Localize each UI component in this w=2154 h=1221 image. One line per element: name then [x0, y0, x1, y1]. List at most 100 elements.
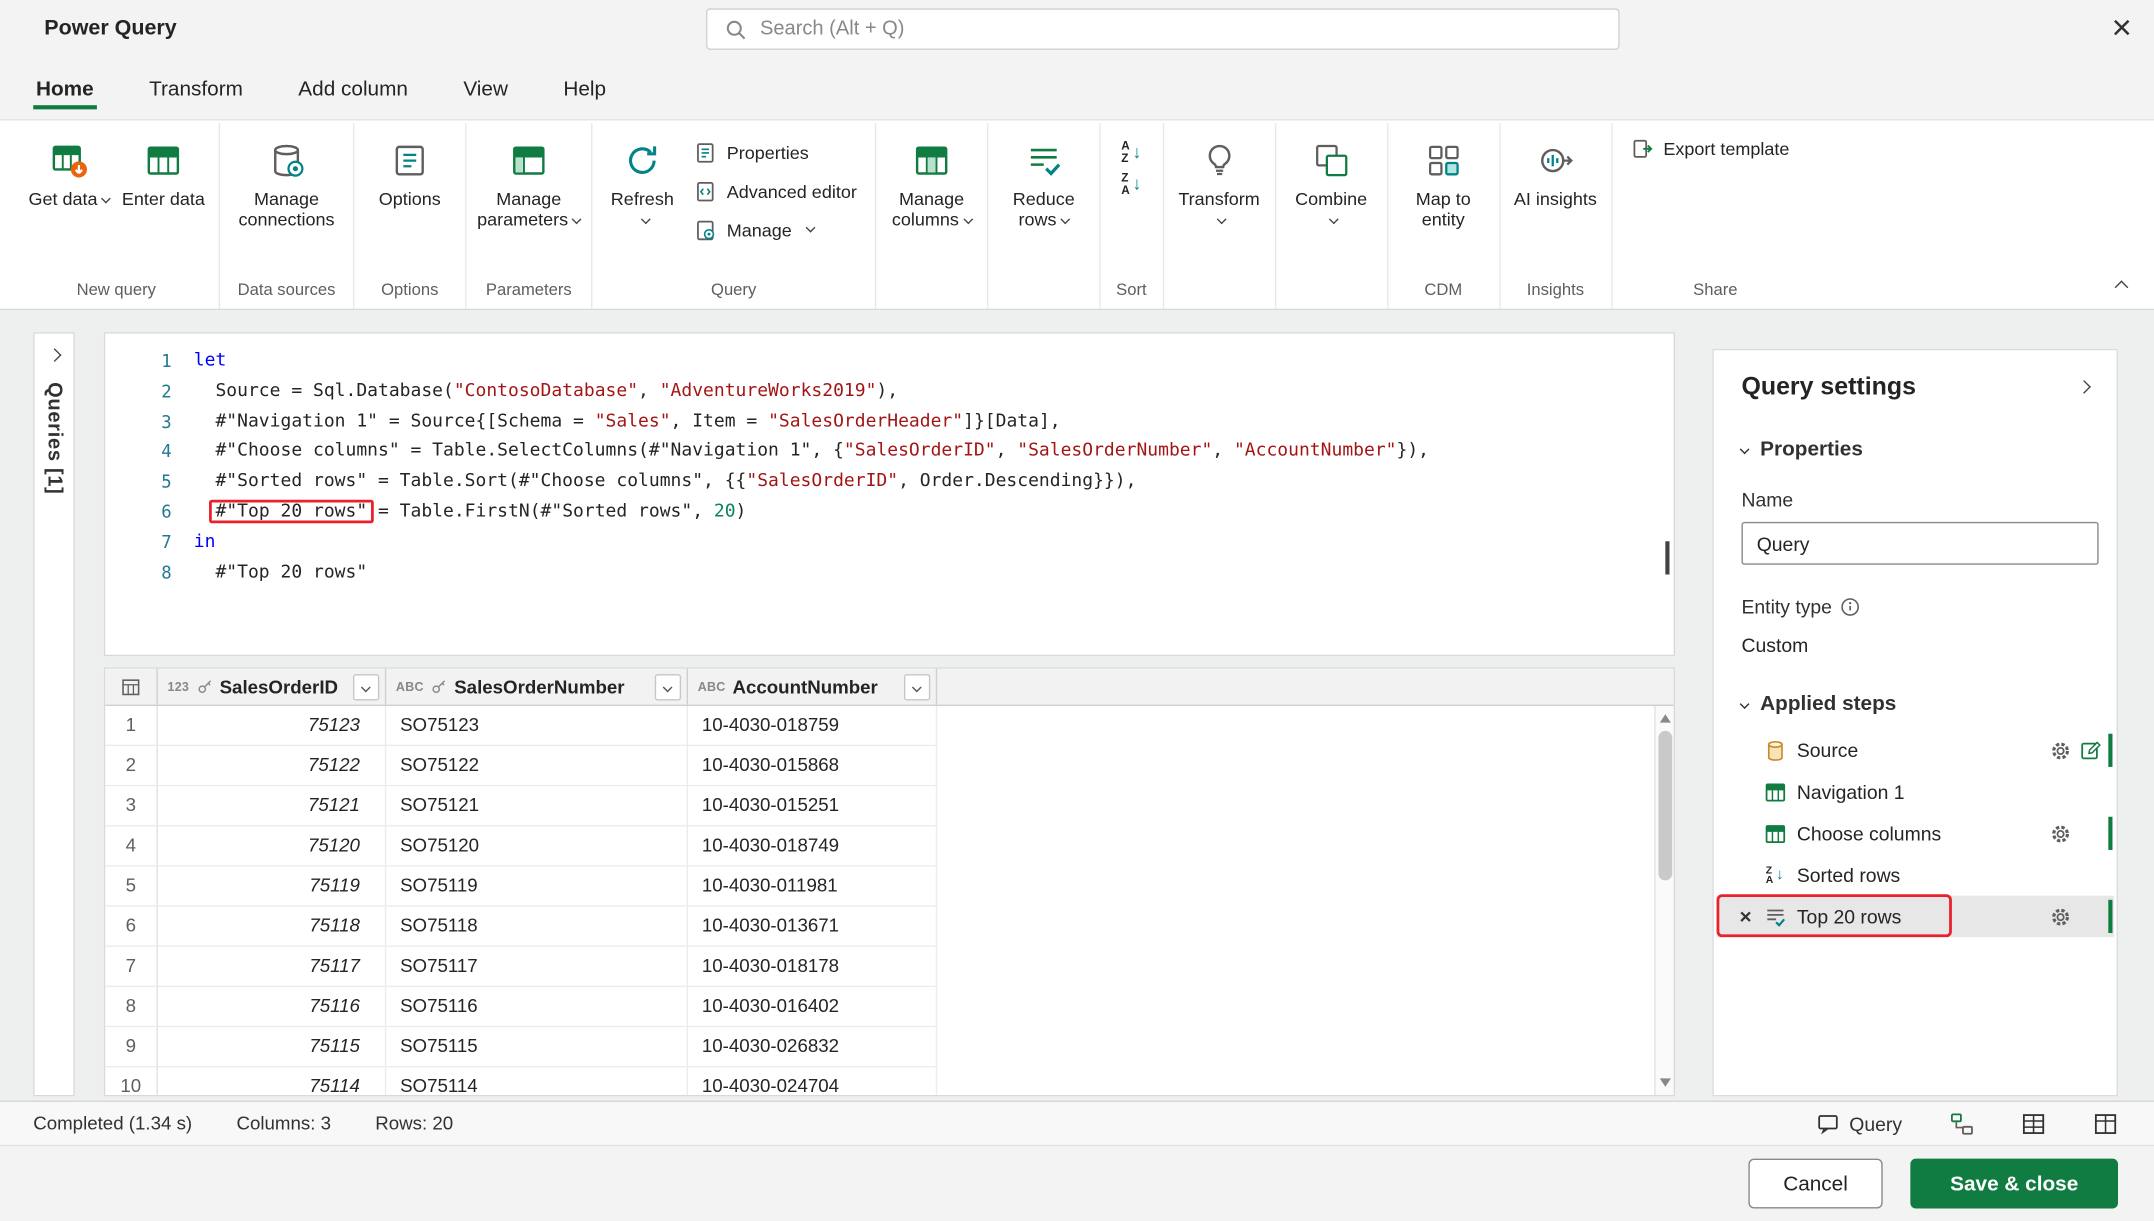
collapse-settings-icon[interactable] — [2077, 380, 2091, 394]
table-cell[interactable]: 10-4030-018178 — [688, 946, 938, 988]
code-line[interactable]: 2 Source = Sql.Database("ContosoDatabase… — [105, 376, 1673, 406]
options-button[interactable]: Options — [364, 126, 455, 210]
manage-parameters-button[interactable]: Manage parameters — [476, 126, 582, 231]
table-cell[interactable]: SO75117 — [386, 946, 689, 988]
export-template-button[interactable]: Export template — [1622, 126, 1798, 159]
queries-pane-collapsed[interactable]: Queries [1] — [33, 332, 75, 1097]
cancel-button[interactable]: Cancel — [1748, 1158, 1883, 1209]
edit-source-icon[interactable] — [2075, 739, 2105, 763]
table-cell[interactable]: 10-4030-015868 — [688, 746, 938, 787]
info-icon[interactable] — [1840, 596, 1861, 617]
save-and-close-button[interactable]: Save & close — [1910, 1158, 2119, 1209]
grid-corner-cell[interactable] — [105, 668, 158, 705]
tab-view[interactable]: View — [463, 78, 508, 120]
manage-columns-button[interactable]: Manage columns — [886, 126, 977, 231]
code-line[interactable]: 3 #"Navigation 1" = Source{[Schema = "Sa… — [105, 406, 1673, 436]
search-box[interactable] — [706, 8, 1620, 50]
table-cell[interactable]: 75115 — [157, 1027, 387, 1068]
table-cell[interactable]: SO75115 — [386, 1027, 689, 1068]
scrollbar-thumb[interactable] — [1658, 730, 1673, 881]
column-header-accountnumber[interactable]: ABC AccountNumber — [688, 668, 938, 705]
tab-help[interactable]: Help — [563, 78, 606, 120]
schema-view-button[interactable] — [2093, 1111, 2118, 1136]
manage-button[interactable]: Manage — [685, 215, 865, 245]
applied-steps-section-header[interactable]: Applied steps — [1740, 692, 2097, 716]
transform-button[interactable]: Transform — [1173, 126, 1264, 231]
gear-icon[interactable] — [2045, 739, 2075, 763]
gear-icon[interactable] — [2045, 822, 2075, 846]
column-filter-button[interactable] — [654, 673, 682, 700]
vertical-scrollbar[interactable] — [1654, 706, 1674, 1095]
editor-scrollbar-thumb[interactable] — [1665, 541, 1670, 575]
enter-data-button[interactable]: Enter data — [118, 126, 209, 210]
delete-step-icon[interactable]: × — [1730, 905, 1760, 929]
applied-step-sorted-rows[interactable]: Z A ↓ Sorted rows — [1717, 854, 2114, 896]
code-line[interactable]: 5 #"Sorted rows" = Table.Sort(#"Choose c… — [105, 467, 1673, 497]
table-cell[interactable]: 75120 — [157, 826, 387, 867]
search-input[interactable] — [759, 17, 1602, 41]
manage-connections-button[interactable]: Manage connections — [230, 126, 344, 231]
applied-step-source[interactable]: Source — [1717, 730, 2114, 772]
query-view-button[interactable]: Query — [1816, 1112, 1902, 1136]
table-cell[interactable]: SO75116 — [386, 987, 689, 1028]
column-filter-button[interactable] — [903, 673, 931, 700]
code-line[interactable]: 8 #"Top 20 rows" — [105, 557, 1673, 587]
table-cell[interactable]: SO75120 — [386, 826, 689, 867]
combine-button[interactable]: Combine — [1285, 126, 1376, 231]
column-header-salesorderid[interactable]: 123 SalesOrderID — [158, 668, 387, 705]
tab-home[interactable]: Home — [33, 78, 97, 120]
diagram-view-button[interactable] — [1949, 1111, 1974, 1136]
applied-step-navigation-1[interactable]: Navigation 1 — [1717, 771, 2114, 813]
map-to-entity-button[interactable]: Map to entity — [1398, 126, 1489, 231]
table-cell[interactable]: 75119 — [157, 866, 387, 907]
get-data-button[interactable]: Get data — [24, 126, 115, 210]
gear-icon[interactable] — [2045, 905, 2075, 929]
table-cell[interactable]: SO75118 — [386, 906, 689, 947]
code-line[interactable]: 1 let — [105, 346, 1673, 376]
table-cell[interactable]: SO75121 — [386, 786, 689, 827]
table-cell[interactable]: 10-4030-011981 — [688, 866, 938, 907]
table-cell[interactable]: 75122 — [157, 746, 387, 787]
table-cell[interactable]: 10-4030-016402 — [688, 987, 938, 1028]
table-cell[interactable]: 75118 — [157, 906, 387, 947]
code-line[interactable]: 4 #"Choose columns" = Table.SelectColumn… — [105, 437, 1673, 467]
scroll-up-icon[interactable] — [1659, 714, 1671, 723]
ai-insights-button[interactable]: AI insights — [1510, 126, 1601, 210]
advanced-editor-button[interactable]: Advanced editor — [685, 176, 865, 206]
properties-button[interactable]: Properties — [685, 137, 865, 167]
column-header-salesordernumber[interactable]: ABC SalesOrderNumber — [386, 668, 689, 705]
table-cell[interactable]: 10-4030-018749 — [688, 826, 938, 867]
table-cell[interactable]: 10-4030-013671 — [688, 906, 938, 947]
table-cell[interactable]: SO75122 — [386, 746, 689, 787]
sort-ascending-button[interactable]: AZ ↓ — [1121, 140, 1141, 164]
data-view-button[interactable] — [2021, 1111, 2046, 1136]
table-cell[interactable]: SO75123 — [386, 706, 689, 747]
table-cell[interactable]: 75123 — [157, 706, 387, 747]
column-filter-button[interactable] — [353, 673, 380, 700]
collapse-ribbon-button[interactable] — [2114, 280, 2129, 295]
table-cell[interactable]: 75117 — [157, 946, 387, 988]
close-icon[interactable]: × — [2112, 7, 2132, 49]
table-cell[interactable]: 75121 — [157, 786, 387, 827]
query-name-input[interactable] — [1741, 521, 2099, 565]
table-cell[interactable]: 10-4030-018759 — [688, 706, 938, 747]
tab-add-column[interactable]: Add column — [298, 78, 408, 120]
table-cell[interactable]: SO75114 — [386, 1067, 689, 1095]
table-cell[interactable]: 10-4030-015251 — [688, 786, 938, 827]
scroll-down-icon[interactable] — [1659, 1078, 1671, 1087]
table-cell[interactable]: 10-4030-026832 — [688, 1027, 938, 1068]
table-cell[interactable]: 10-4030-024704 — [688, 1067, 938, 1095]
code-line[interactable]: 7 in — [105, 527, 1673, 557]
reduce-rows-button[interactable]: Reduce rows — [998, 126, 1089, 231]
formula-editor[interactable]: 1 let 2 Source = Sql.Database("ContosoData… — [103, 332, 1676, 657]
applied-step-top-20-rows[interactable]: × Top 20 rows — [1716, 894, 2114, 938]
code-line[interactable]: 6 #"Top 20 rows" = Table.FirstN(#"Sorted… — [105, 497, 1673, 527]
tab-transform[interactable]: Transform — [149, 78, 243, 120]
expand-queries-icon[interactable] — [47, 348, 61, 362]
properties-section-header[interactable]: Properties — [1740, 437, 2097, 461]
sort-descending-button[interactable]: ZA ↓ — [1121, 172, 1141, 196]
table-cell[interactable]: SO75119 — [386, 866, 689, 907]
applied-step-choose-columns[interactable]: Choose columns — [1717, 813, 2114, 855]
table-cell[interactable]: 75114 — [158, 1067, 387, 1095]
table-cell[interactable]: 75116 — [157, 987, 387, 1028]
